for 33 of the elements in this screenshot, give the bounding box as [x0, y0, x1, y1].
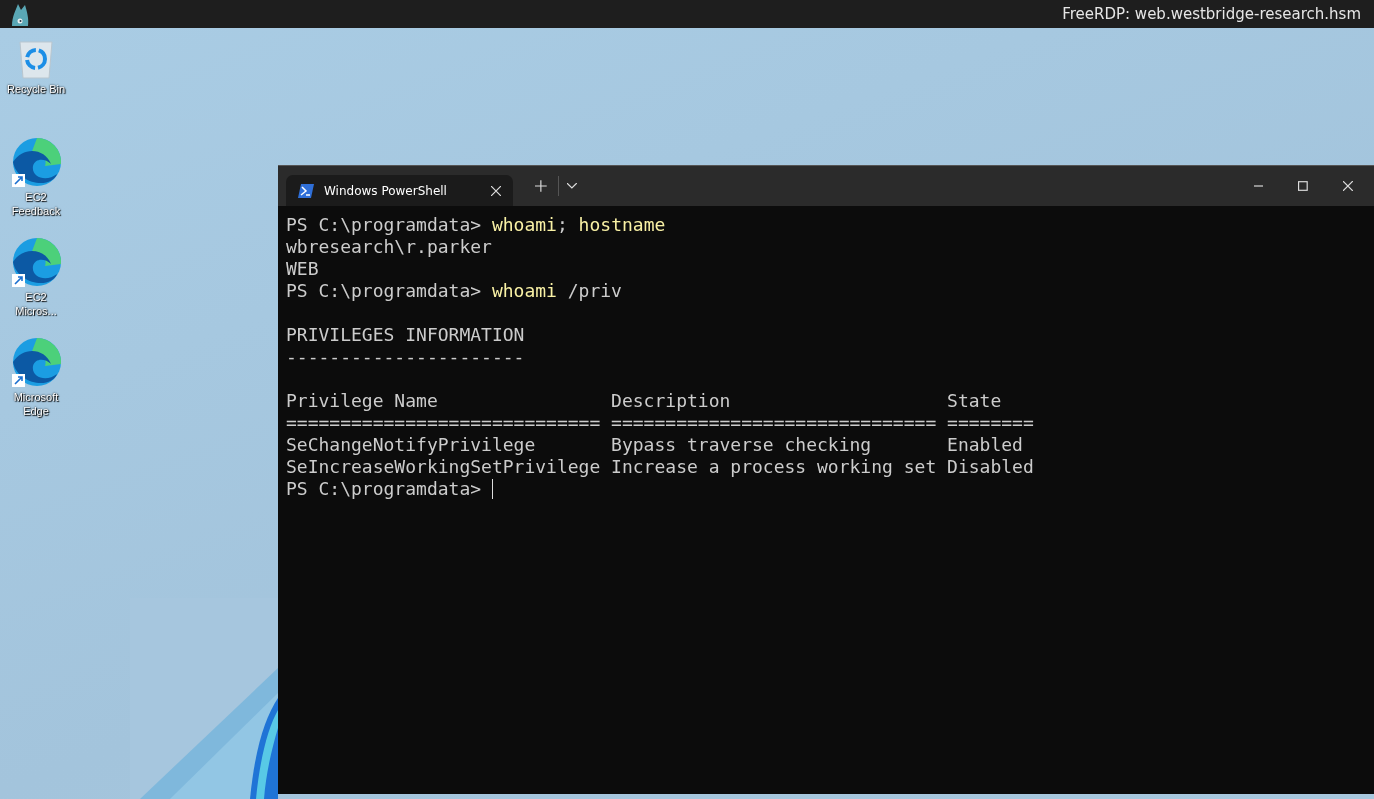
browser-shortcut-icon[interactable]	[11, 138, 61, 188]
command-text: whoami	[491, 280, 557, 302]
terminal-text: SeIncreaseWorkingSetPrivilege Increase a process working set Disabled	[286, 456, 1034, 478]
terminal-text: ============================= ============================== ========	[286, 412, 1034, 434]
chevron-down-icon[interactable]	[566, 183, 577, 189]
close-icon[interactable]	[1343, 181, 1353, 191]
text-cursor	[491, 479, 493, 499]
command-text: whoami	[491, 214, 557, 236]
desktop-icon-label[interactable]: EC2 Micros...	[4, 290, 68, 318]
terminal-text: ;	[556, 214, 568, 236]
terminal-text: ----------------------	[286, 346, 525, 368]
terminal-text: PS C:\programdata>	[286, 214, 483, 236]
maximize-icon[interactable]	[1298, 181, 1309, 191]
window-title: FreeRDP: web.westbridge-research.hsm	[1062, 5, 1361, 23]
close-icon[interactable]	[491, 185, 502, 196]
terminal-text: WEB	[286, 258, 319, 280]
terminal-text: PS C:\programdata>	[286, 280, 483, 302]
command-text: hostname	[577, 214, 666, 236]
recycle-bin-icon[interactable]	[16, 38, 56, 80]
powershell-icon	[298, 183, 314, 198]
terminal-text: PRIVILEGES INFORMATION	[286, 324, 525, 346]
desktop-icon-label[interactable]: EC2 Feedback	[4, 190, 68, 218]
desktop-icon-label[interactable]: Recycle Bin	[4, 82, 68, 96]
terminal-text: PS C:\programdata>	[286, 478, 483, 500]
terminal-tab[interactable]: Windows PowerShell	[286, 175, 514, 206]
terminal-text: /priv	[566, 280, 622, 302]
new-tab-icon[interactable]	[535, 180, 547, 192]
browser-shortcut-icon[interactable]	[11, 338, 61, 388]
terminal-text: Privilege Name Description State	[286, 390, 1002, 412]
browser-shortcut-icon[interactable]	[11, 238, 61, 288]
terminal-text: wbresearch\r.parker	[286, 236, 492, 258]
desktop-icon-label[interactable]: Microsoft Edge	[4, 390, 68, 418]
terminal-text: SeChangeNotifyPrivilege Bypass traverse checking Enabled	[286, 434, 1023, 456]
